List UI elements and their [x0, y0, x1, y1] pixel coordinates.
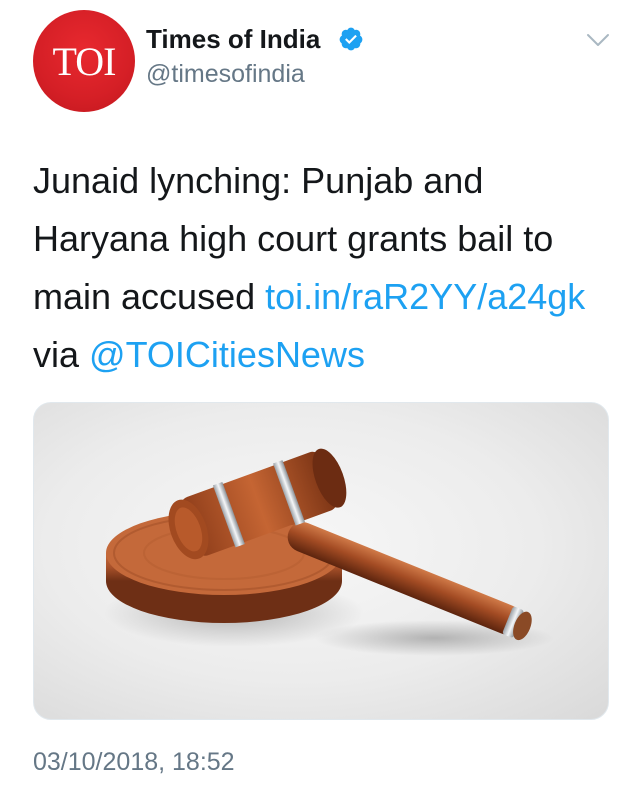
author-handle[interactable]: @timesofindia	[146, 60, 305, 89]
chevron-down-icon[interactable]	[586, 32, 610, 48]
tweet-mention[interactable]: @TOICitiesNews	[89, 334, 365, 375]
tweet-timestamp[interactable]: 03/10/2018, 18:52	[33, 748, 235, 777]
tweet-card: TOI Times of India @timesofindia Junaid …	[0, 0, 640, 790]
avatar-logo-text: TOI	[52, 38, 117, 84]
verified-badge-icon	[339, 27, 363, 51]
gavel-illustration	[104, 448, 554, 656]
tweet-text: Junaid lynching: Punjab and Haryana high…	[33, 152, 623, 384]
tweet-via-text: via	[33, 334, 90, 375]
author-name[interactable]: Times of India	[146, 24, 320, 55]
tweet-media-image[interactable]	[33, 402, 609, 720]
avatar[interactable]: TOI	[33, 10, 135, 112]
tweet-link[interactable]: toi.in/raR2YY/a24gk	[265, 276, 585, 317]
